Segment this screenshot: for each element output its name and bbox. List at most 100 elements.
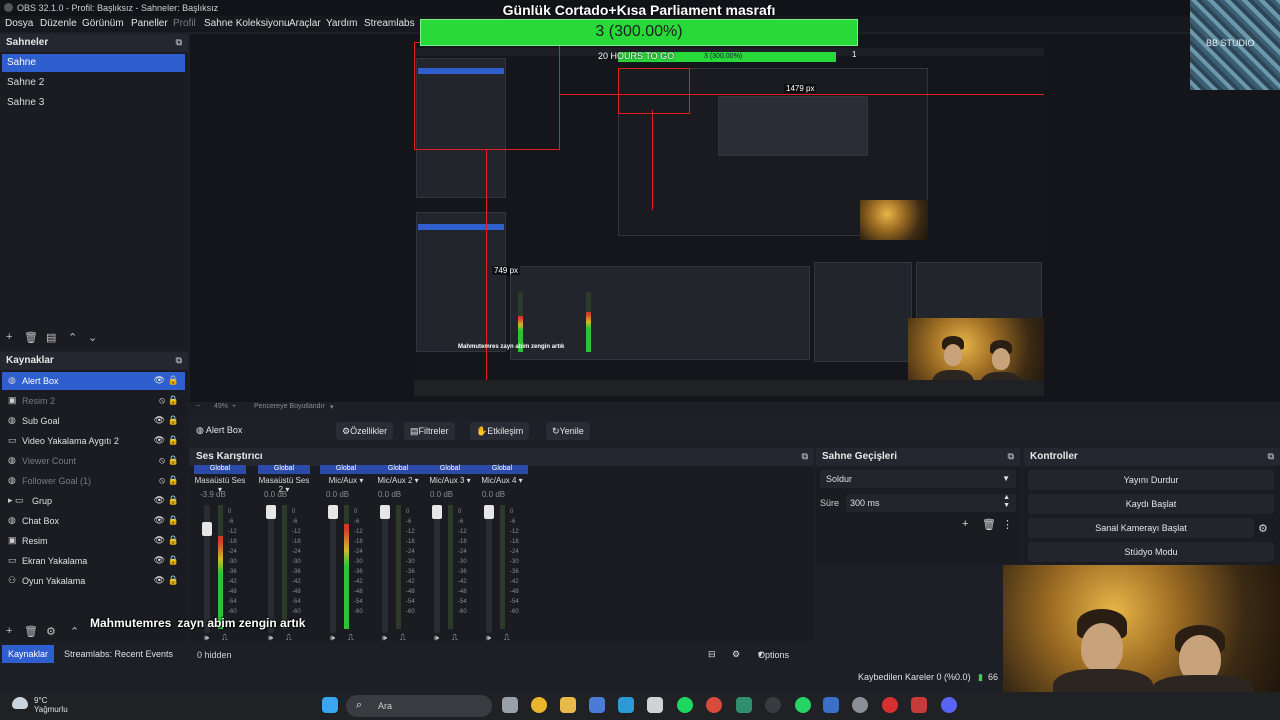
- eye-off-icon[interactable]: ⦸: [159, 455, 165, 466]
- file-explorer-icon[interactable]: [560, 697, 576, 713]
- source-item-sub-goal[interactable]: ◍ Sub Goal 👁 🔒: [2, 412, 185, 430]
- scene-item-sahne[interactable]: Sahne: [2, 54, 185, 72]
- obs-icon[interactable]: [765, 697, 781, 713]
- speaker-icon[interactable]: 🕪: [486, 633, 491, 643]
- interact-button[interactable]: ✋Etkileşim: [470, 422, 530, 440]
- eye-icon[interactable]: 👁: [154, 375, 165, 386]
- preview-canvas[interactable]: 20 HOURS TO GO 3 (300.00%) 1479 px 749 p…: [414, 40, 1044, 396]
- gear-icon[interactable]: ⚙: [1258, 522, 1268, 535]
- headphone-icon[interactable]: ⎍: [400, 633, 406, 643]
- lock-icon[interactable]: 🔒: [168, 535, 179, 546]
- eye-icon[interactable]: 👁: [154, 575, 165, 586]
- headphone-icon[interactable]: ⎍: [452, 633, 458, 643]
- stop-streaming-button[interactable]: Yayını Durdur: [1028, 470, 1274, 490]
- source-item-follower-goal[interactable]: ◍ Follower Goal (1) ⦸ 🔒: [2, 472, 185, 490]
- remove-scene-icon[interactable]: 🗑: [24, 331, 38, 344]
- edge-icon[interactable]: [618, 697, 634, 713]
- eye-icon[interactable]: 👁: [154, 535, 165, 546]
- menu-paneller[interactable]: Paneller: [131, 18, 168, 29]
- refresh-button[interactable]: ↻Yenile: [546, 422, 590, 440]
- source-item-viewer-count[interactable]: ◍ Viewer Count ⦸ 🔒: [2, 452, 185, 470]
- channel-name[interactable]: Mic/Aux 4 ▾: [476, 476, 528, 485]
- discord-icon[interactable]: [941, 697, 957, 713]
- lock-icon[interactable]: 🔒: [168, 435, 179, 446]
- source-item-grup[interactable]: ▸ ▭ Grup 👁 🔒: [2, 492, 185, 510]
- add-source-icon[interactable]: +: [6, 625, 12, 637]
- spin-arrows-icon[interactable]: ▲ ▼: [1003, 494, 1010, 510]
- move-up-icon[interactable]: ⌃: [70, 625, 79, 638]
- lock-icon[interactable]: 🔒: [168, 515, 179, 526]
- taskbar-search[interactable]: ⌕ Ara: [346, 695, 492, 717]
- advanced-audio-icon[interactable]: ⚙: [732, 649, 740, 660]
- scene-item-sahne-3[interactable]: Sahne 3: [2, 94, 185, 112]
- undock-icon[interactable]: ⧉: [1268, 451, 1274, 462]
- filters-button[interactable]: ▤Filtreler: [404, 422, 455, 440]
- more-icon[interactable]: ⋮: [1002, 518, 1013, 531]
- studio-mode-button[interactable]: Stüdyo Modu: [1028, 542, 1274, 562]
- steam-icon[interactable]: [823, 697, 839, 713]
- lock-icon[interactable]: 🔒: [168, 555, 179, 566]
- volume-fader[interactable]: [434, 505, 440, 633]
- add-scene-icon[interactable]: +: [6, 331, 12, 343]
- eye-off-icon[interactable]: ⦸: [159, 475, 165, 486]
- volume-fader[interactable]: [382, 505, 388, 633]
- speaker-icon[interactable]: 🕪: [204, 633, 209, 643]
- eye-icon[interactable]: 👁: [154, 555, 165, 566]
- tab-kaynaklar[interactable]: Kaynaklar: [2, 645, 55, 663]
- add-transition-icon[interactable]: +: [962, 518, 968, 530]
- fader-handle[interactable]: [202, 522, 212, 537]
- zoom-minus[interactable]: −: [196, 403, 200, 410]
- volume-fader[interactable]: [486, 505, 492, 633]
- chrome-icon[interactable]: [531, 697, 547, 713]
- filter-scene-icon[interactable]: ▤: [46, 331, 56, 344]
- options-dropdown[interactable]: Options ▾: [758, 649, 789, 660]
- menu-yardim[interactable]: Yardım: [326, 18, 358, 29]
- menu-araclar[interactable]: Araçlar: [289, 18, 321, 29]
- start-virtual-camera-button[interactable]: Sanal Kamerayı Başlat: [1028, 518, 1254, 538]
- move-down-icon[interactable]: ⌄: [88, 331, 97, 344]
- tab-recent-events[interactable]: Streamlabs: Recent Events: [58, 645, 179, 663]
- headphone-icon[interactable]: ⎍: [504, 633, 510, 643]
- speaker-icon[interactable]: 🕪: [268, 633, 273, 643]
- scene-item-sahne-2[interactable]: Sahne 2: [2, 74, 185, 92]
- app2-icon[interactable]: [736, 697, 752, 713]
- move-up-icon[interactable]: ⌃: [68, 331, 77, 344]
- remove-source-icon[interactable]: 🗑: [24, 625, 38, 638]
- speaker-icon[interactable]: 🕪: [382, 633, 387, 643]
- zoom-plus[interactable]: +: [232, 403, 236, 410]
- opera-icon[interactable]: [882, 697, 898, 713]
- task-view-icon[interactable]: [502, 697, 518, 713]
- speaker-icon[interactable]: 🕪: [330, 633, 335, 643]
- lock-icon[interactable]: 🔒: [168, 495, 179, 506]
- source-item-alert-box[interactable]: ◍ Alert Box 👁 🔒: [2, 372, 185, 390]
- undock-icon[interactable]: ⧉: [1008, 451, 1014, 462]
- channel-name[interactable]: Mic/Aux 2 ▾: [372, 476, 424, 485]
- source-item-resim-2[interactable]: ▣ Resim 2 ⦸ 🔒: [2, 392, 185, 410]
- source-item-ekran-yakalama[interactable]: ▭ Ekran Yakalama 👁 🔒: [2, 552, 185, 570]
- source-item-resim[interactable]: ▣ Resim 👁 🔒: [2, 532, 185, 550]
- duration-spinbox[interactable]: 300 ms ▲ ▼: [846, 494, 1016, 512]
- layout-toggle-icon[interactable]: ⊟: [708, 649, 716, 660]
- source-item-video-yakalama[interactable]: ▭ Video Yakalama Aygıtı 2 👁 🔒: [2, 432, 185, 450]
- volume-fader[interactable]: [268, 505, 274, 633]
- chrome-alt-icon[interactable]: [706, 697, 722, 713]
- eye-icon[interactable]: 👁: [154, 495, 165, 506]
- menu-dosya[interactable]: Dosya: [5, 18, 33, 29]
- source-item-oyun-yakalama[interactable]: ⚇ Oyun Yakalama 👁 🔒: [2, 572, 185, 590]
- menu-profil[interactable]: Profil: [173, 18, 196, 29]
- settings-icon[interactable]: [852, 697, 868, 713]
- whatsapp-icon[interactable]: [795, 697, 811, 713]
- remove-transition-icon[interactable]: 🗑: [982, 518, 996, 531]
- eye-off-icon[interactable]: ⦸: [159, 395, 165, 406]
- source-settings-icon[interactable]: ⚙: [46, 625, 56, 638]
- app3-icon[interactable]: [911, 697, 927, 713]
- headphone-icon[interactable]: ⎍: [222, 633, 228, 643]
- start-recording-button[interactable]: Kaydı Başlat: [1028, 494, 1274, 514]
- lock-icon[interactable]: 🔒: [168, 455, 179, 466]
- menu-duzenle[interactable]: Düzenle: [40, 18, 77, 29]
- windows-start-icon[interactable]: [322, 697, 338, 713]
- menu-streamlabs[interactable]: Streamlabs: [364, 18, 415, 29]
- speaker-icon[interactable]: 🕪: [434, 633, 439, 643]
- fader-handle[interactable]: [328, 505, 338, 519]
- lock-icon[interactable]: 🔒: [168, 575, 179, 586]
